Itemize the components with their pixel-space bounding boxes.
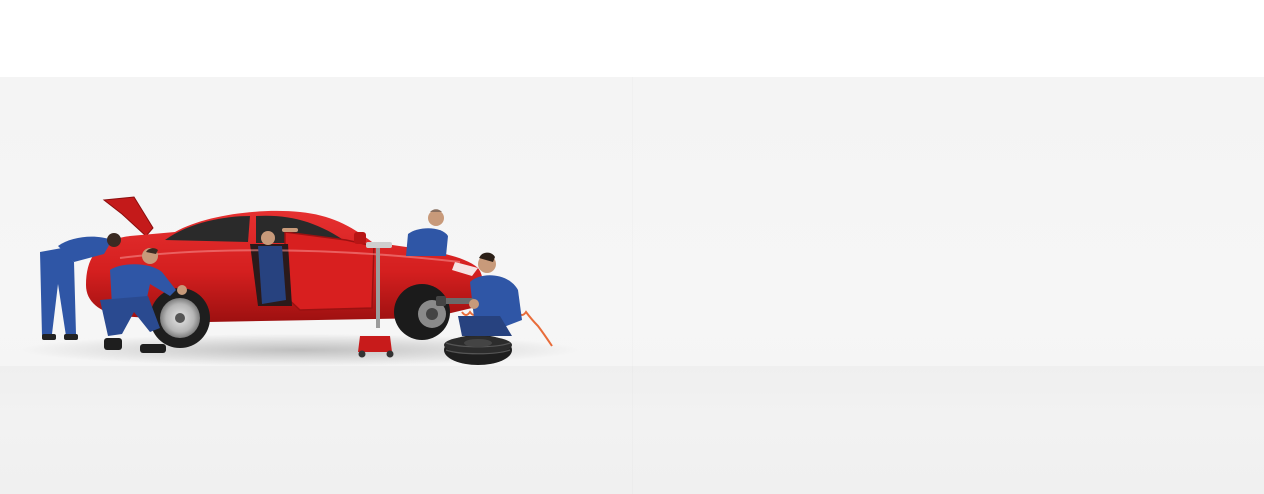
car-trunk-lid xyxy=(102,196,154,237)
front-wheel-hub xyxy=(394,284,450,340)
car-side-mirror xyxy=(354,232,366,244)
car-service-scene xyxy=(20,196,580,366)
spare-tire xyxy=(444,335,512,365)
mechanic-hood xyxy=(406,209,448,256)
rear-wheel xyxy=(150,288,210,348)
